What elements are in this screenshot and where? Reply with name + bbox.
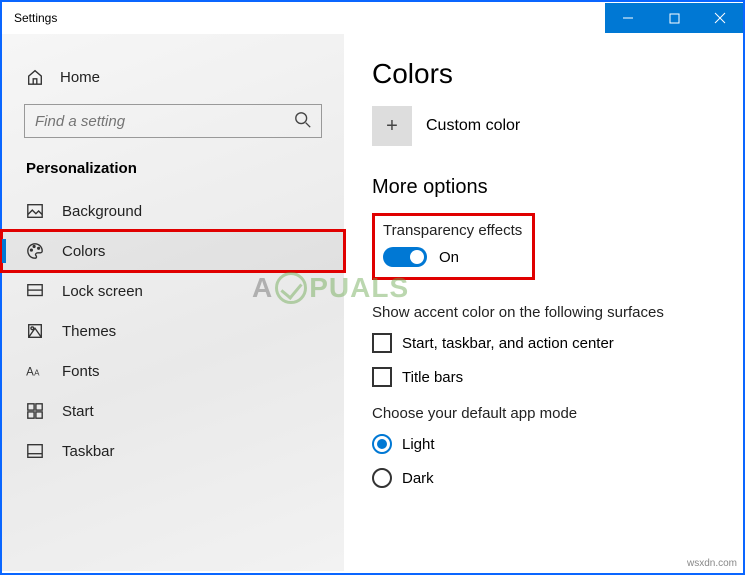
sidebar-item-label: Themes bbox=[62, 323, 116, 340]
mode-dark-radio[interactable]: Dark bbox=[372, 468, 715, 488]
accent-surfaces-heading: Show accent color on the following surfa… bbox=[372, 304, 715, 321]
svg-text:A: A bbox=[34, 368, 40, 377]
picture-icon bbox=[26, 202, 44, 220]
app-mode-heading: Choose your default app mode bbox=[372, 405, 715, 422]
search-icon bbox=[294, 111, 312, 134]
page-title: Colors bbox=[372, 58, 715, 90]
palette-icon bbox=[26, 242, 44, 260]
sidebar-item-label: Fonts bbox=[62, 363, 100, 380]
sidebar-item-themes[interactable]: Themes bbox=[2, 311, 344, 351]
radio-icon bbox=[372, 434, 392, 454]
search-container bbox=[24, 104, 322, 138]
sidebar-item-background[interactable]: Background bbox=[2, 191, 344, 231]
home-label: Home bbox=[60, 69, 100, 86]
window-controls bbox=[605, 3, 743, 33]
highlight-box: Transparency effects On bbox=[372, 213, 535, 280]
accent-start-taskbar-checkbox[interactable]: Start, taskbar, and action center bbox=[372, 333, 715, 353]
window-body: Home Personalization Background Colo bbox=[2, 34, 743, 571]
transparency-group: Transparency effects On bbox=[372, 213, 715, 280]
taskbar-icon bbox=[26, 442, 44, 460]
sidebar: Home Personalization Background Colo bbox=[2, 34, 344, 571]
close-icon bbox=[714, 12, 726, 24]
home-icon bbox=[26, 68, 44, 86]
sidebar-item-taskbar[interactable]: Taskbar bbox=[2, 431, 344, 471]
sidebar-item-label: Background bbox=[62, 203, 142, 220]
sidebar-item-colors[interactable]: Colors bbox=[2, 231, 344, 271]
transparency-toggle[interactable] bbox=[383, 247, 427, 267]
radio-label: Light bbox=[402, 436, 435, 453]
start-icon bbox=[26, 402, 44, 420]
custom-color-button[interactable]: + bbox=[372, 106, 412, 146]
checkbox-icon bbox=[372, 333, 392, 353]
checkbox-label: Title bars bbox=[402, 369, 463, 386]
checkbox-icon bbox=[372, 367, 392, 387]
minimize-button[interactable] bbox=[605, 3, 651, 33]
checkbox-label: Start, taskbar, and action center bbox=[402, 335, 614, 352]
lockscreen-icon bbox=[26, 282, 44, 300]
transparency-label: Transparency effects bbox=[383, 222, 522, 239]
custom-color-row: + Custom color bbox=[372, 106, 715, 146]
minimize-icon bbox=[622, 12, 634, 24]
sidebar-item-fonts[interactable]: AA Fonts bbox=[2, 351, 344, 391]
settings-window: Settings Home bbox=[0, 0, 745, 575]
sidebar-item-label: Colors bbox=[62, 243, 105, 260]
sidebar-item-lockscreen[interactable]: Lock screen bbox=[2, 271, 344, 311]
source-credit: wsxdn.com bbox=[687, 558, 737, 569]
more-options-heading: More options bbox=[372, 176, 715, 199]
accent-titlebars-checkbox[interactable]: Title bars bbox=[372, 367, 715, 387]
fonts-icon: AA bbox=[26, 362, 44, 380]
home-nav[interactable]: Home bbox=[2, 58, 344, 96]
sidebar-item-label: Taskbar bbox=[62, 443, 115, 460]
main-panel: Colors + Custom color More options Trans… bbox=[344, 34, 743, 571]
maximize-icon bbox=[669, 13, 680, 24]
close-button[interactable] bbox=[697, 3, 743, 33]
sidebar-item-label: Lock screen bbox=[62, 283, 143, 300]
transparency-state: On bbox=[439, 249, 459, 266]
window-title: Settings bbox=[2, 11, 57, 25]
radio-icon bbox=[372, 468, 392, 488]
transparency-row: On bbox=[383, 247, 522, 267]
search-input[interactable] bbox=[24, 104, 322, 138]
sidebar-item-label: Start bbox=[62, 403, 94, 420]
mode-light-radio[interactable]: Light bbox=[372, 434, 715, 454]
svg-text:A: A bbox=[26, 366, 34, 378]
maximize-button[interactable] bbox=[651, 3, 697, 33]
plus-icon: + bbox=[386, 115, 398, 138]
sidebar-item-start[interactable]: Start bbox=[2, 391, 344, 431]
titlebar: Settings bbox=[2, 2, 743, 34]
themes-icon bbox=[26, 322, 44, 340]
radio-label: Dark bbox=[402, 470, 434, 487]
category-heading: Personalization bbox=[2, 156, 344, 191]
custom-color-label: Custom color bbox=[426, 117, 520, 135]
